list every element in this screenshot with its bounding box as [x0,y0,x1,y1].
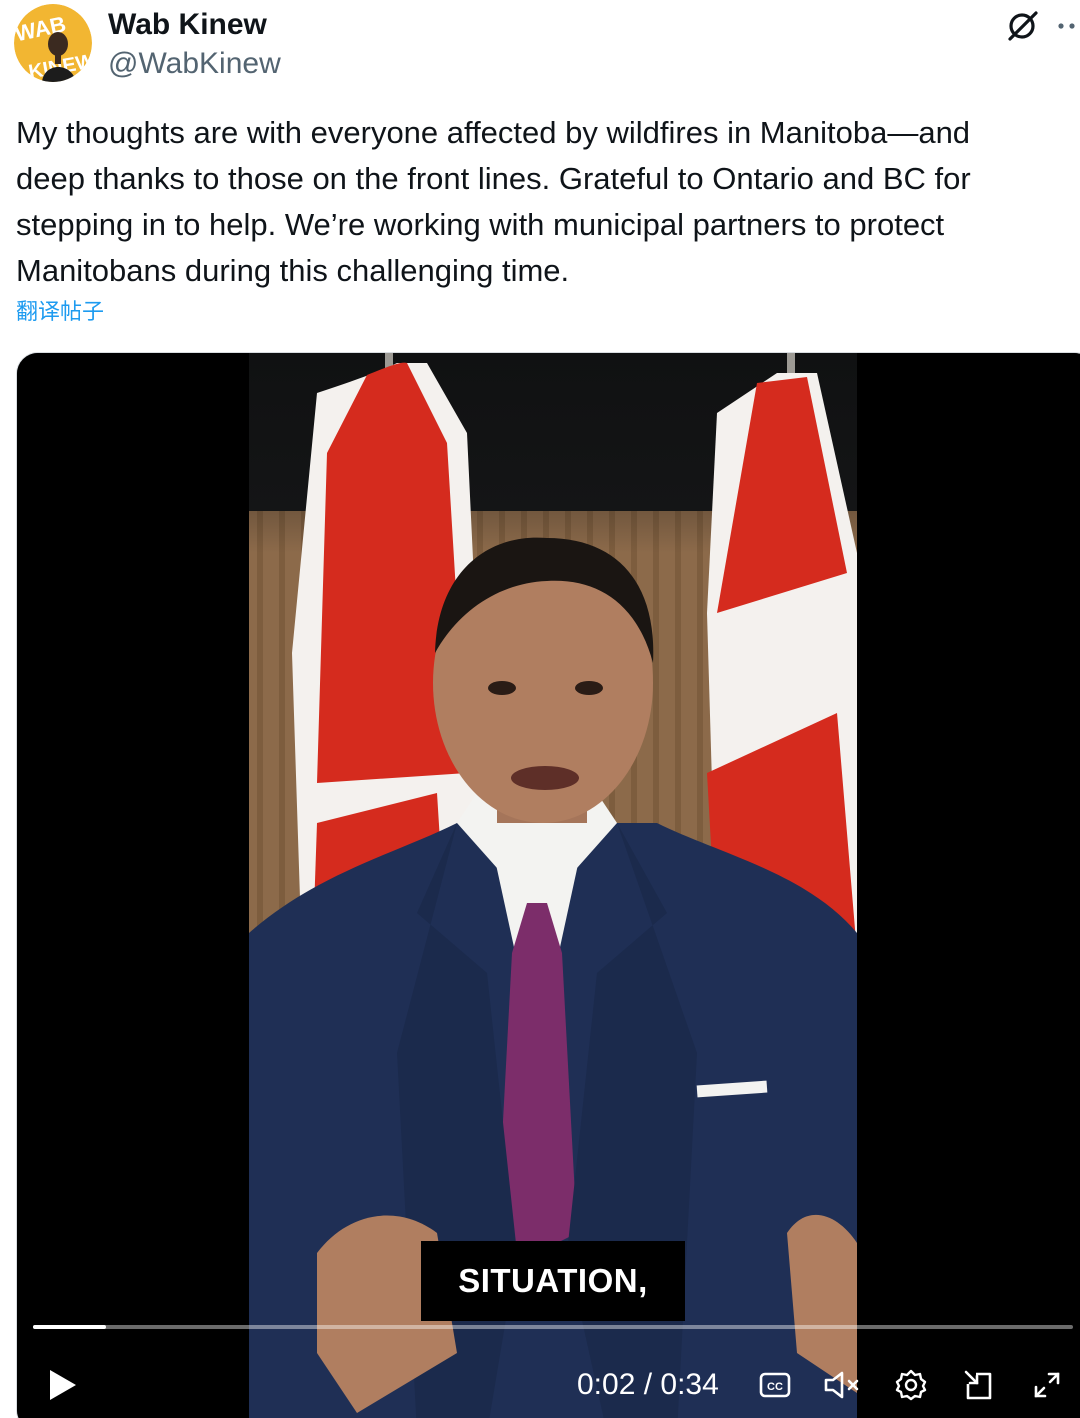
time-readout: 0:02 / 0:34 [577,1368,719,1401]
settings-icon [895,1369,927,1401]
play-icon [50,1370,76,1400]
avatar[interactable]: WAB KINEW [14,4,92,82]
fullscreen-button[interactable] [1027,1363,1067,1407]
picture-in-picture-button[interactable] [959,1363,999,1407]
translate-post-link[interactable]: 翻译帖子 [16,298,104,328]
settings-button[interactable] [891,1363,931,1407]
fullscreen-icon [1034,1372,1060,1398]
captions-button[interactable]: CC [757,1363,793,1407]
handle[interactable]: @WabKinew [108,44,970,84]
progress-bar[interactable] [33,1325,1073,1329]
subtitle-caption: SITUATION, [421,1241,685,1321]
captions-icon: CC [759,1372,791,1398]
more-button[interactable] [1054,6,1080,46]
tweet: WAB KINEW Wab Kinew @WabKinew My thought… [0,0,1080,1418]
picture-in-picture-icon [964,1370,992,1400]
author-block: Wab Kinew @WabKinew [108,6,970,84]
tweet-text: My thoughts are with everyone affected b… [16,115,971,288]
mute-button[interactable] [821,1363,865,1407]
more-icon [1058,23,1075,29]
volume-muted-icon [824,1371,859,1399]
grok-button[interactable] [1000,6,1046,46]
play-button[interactable] [41,1363,85,1407]
avatar-image: WAB KINEW [14,4,92,82]
grok-icon [1008,11,1038,41]
svg-text:CC: CC [767,1381,783,1393]
video-player[interactable]: SITUATION, 0:02 / 0:34 CC [16,352,1080,1418]
progress-fill [33,1325,106,1329]
display-name[interactable]: Wab Kinew [108,6,970,44]
